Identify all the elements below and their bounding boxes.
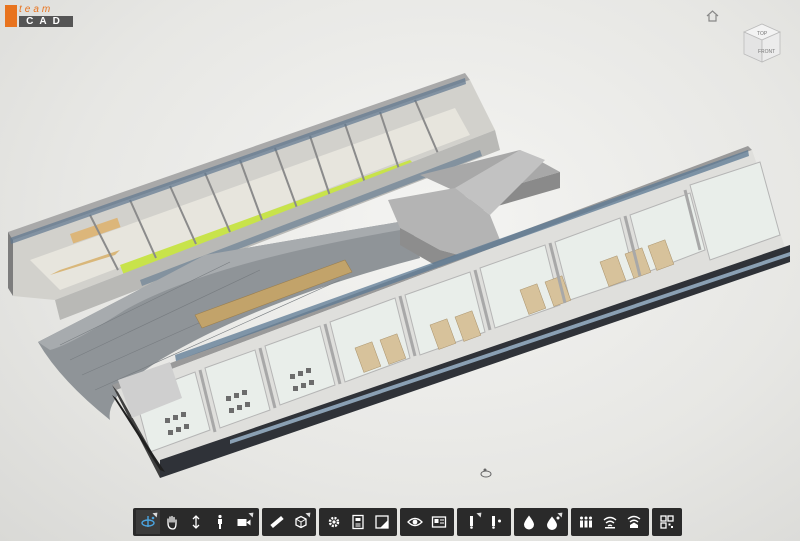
- pan-button[interactable]: [160, 510, 184, 534]
- qr-tools-group: [652, 508, 682, 536]
- logo-word-team: team: [19, 4, 54, 15]
- measure-tools-group: [262, 508, 316, 536]
- marker-list-button[interactable]: [484, 510, 508, 534]
- logo-mark: [5, 5, 17, 27]
- marker-list-icon: [492, 516, 501, 529]
- section-box-icon: [295, 515, 307, 529]
- water-drop-icon: [524, 515, 534, 530]
- walk-icon: [218, 514, 222, 529]
- marker-tools-group: [457, 508, 511, 536]
- model-browser-button[interactable]: [370, 510, 394, 534]
- marker-icon: [470, 516, 473, 529]
- view-cube[interactable]: TOP FRONT: [738, 22, 786, 66]
- view-cube-top-label[interactable]: TOP: [757, 31, 767, 37]
- collaboration-tools-group: [571, 508, 649, 536]
- settings-icon: [328, 516, 340, 528]
- model-tools-group: [319, 508, 397, 536]
- orbit-button[interactable]: [136, 510, 160, 534]
- teamcad-logo: team CAD: [5, 4, 73, 27]
- water-tools-group: [514, 508, 568, 536]
- navigation-tools-group: [133, 508, 259, 536]
- qr-code-icon: [660, 515, 674, 529]
- pan-icon: [167, 515, 177, 530]
- walk-button[interactable]: [208, 510, 232, 534]
- people-icon: [580, 516, 592, 528]
- properties-button[interactable]: [346, 510, 370, 534]
- people-button[interactable]: [574, 510, 598, 534]
- sheets-icon: [431, 516, 447, 528]
- water-drop-add-icon: [547, 516, 560, 530]
- measure-button[interactable]: [265, 510, 289, 534]
- zoom-button[interactable]: [184, 510, 208, 534]
- view-cube-front-label[interactable]: FRONT: [758, 49, 775, 55]
- wifi-button[interactable]: [598, 510, 622, 534]
- home-button[interactable]: [706, 9, 719, 22]
- view-cube-icon: [743, 23, 781, 63]
- qr-code-button[interactable]: [655, 510, 679, 534]
- measure-icon: [270, 515, 284, 529]
- view-tools-group: [400, 508, 454, 536]
- model-viewport[interactable]: [0, 0, 800, 541]
- zoom-icon: [192, 515, 200, 529]
- section-box-button[interactable]: [289, 510, 313, 534]
- settings-button[interactable]: [322, 510, 346, 534]
- marker-button[interactable]: [460, 510, 484, 534]
- camera-button[interactable]: [232, 510, 256, 534]
- wifi-alt-icon: [627, 515, 641, 528]
- logo-word-cad: CAD: [19, 16, 73, 27]
- water-drop-add-button[interactable]: [541, 510, 565, 534]
- properties-icon: [352, 514, 364, 530]
- water-drop-button[interactable]: [517, 510, 541, 534]
- orbit-cursor-icon: [479, 466, 493, 478]
- visibility-button[interactable]: [403, 510, 427, 534]
- model-browser-icon: [375, 515, 389, 529]
- home-icon: [706, 10, 719, 22]
- viewer-toolbar: [133, 508, 682, 536]
- wifi-alt-button[interactable]: [622, 510, 646, 534]
- visibility-icon: [407, 517, 423, 527]
- wifi-icon: [603, 516, 617, 529]
- orbit-icon: [141, 516, 155, 527]
- camera-icon: [237, 519, 251, 526]
- sheets-button[interactable]: [427, 510, 451, 534]
